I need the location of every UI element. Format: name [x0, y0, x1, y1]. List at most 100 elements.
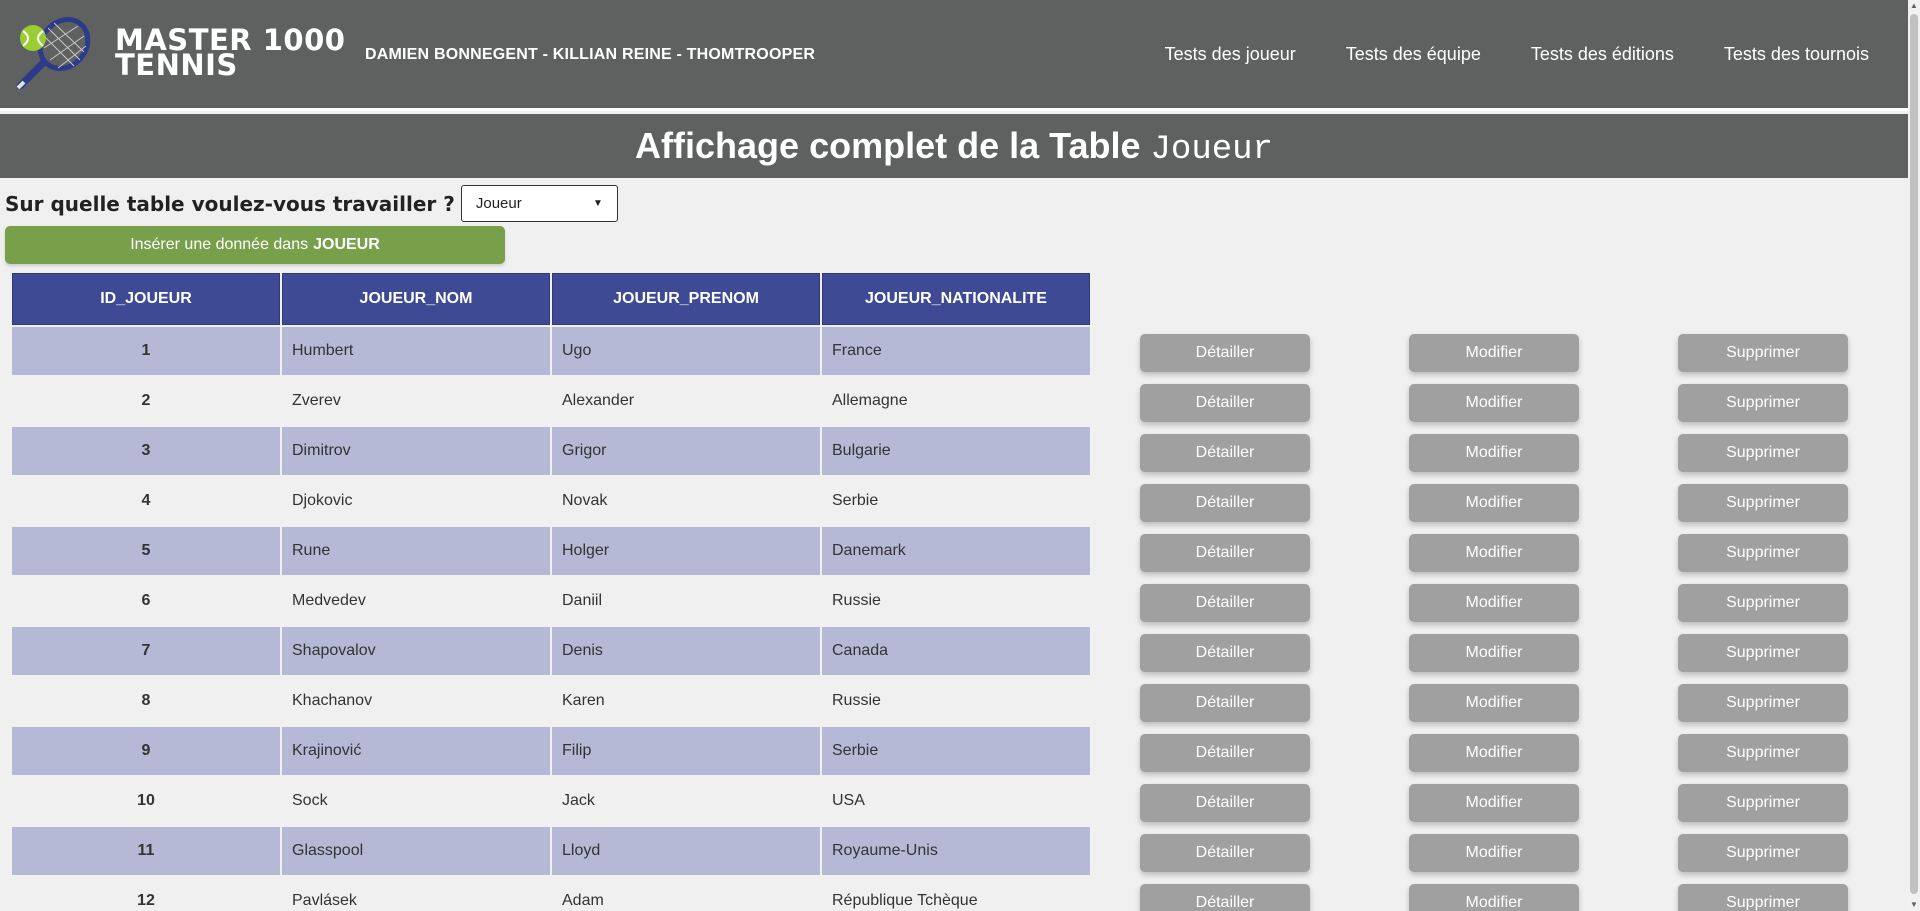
insert-data-button[interactable]: Insérer une donnée dans JOUEUR: [5, 226, 505, 264]
detail-button[interactable]: Détailler: [1140, 834, 1310, 872]
cell-nom: Khachanov: [282, 677, 550, 725]
cell-nom: Dimitrov: [282, 427, 550, 475]
modify-button[interactable]: Modifier: [1409, 734, 1579, 772]
cell-id: 9: [12, 727, 280, 775]
delete-button[interactable]: Supprimer: [1678, 884, 1848, 911]
cell-nom: Shapovalov: [282, 627, 550, 675]
detail-button[interactable]: Détailler: [1140, 384, 1310, 422]
cell-nationalite: USA: [822, 777, 1090, 825]
table-row: 9 Krajinović Filip Serbie: [12, 727, 1090, 775]
cell-id: 10: [12, 777, 280, 825]
page-title-prefix: Affichage complet de la Table: [635, 125, 1141, 166]
action-row: Détailler Modifier Supprimer: [1140, 578, 1860, 628]
detail-button[interactable]: Détailler: [1140, 684, 1310, 722]
detail-button[interactable]: Détailler: [1140, 584, 1310, 622]
delete-button[interactable]: Supprimer: [1678, 384, 1848, 422]
cell-prenom: Novak: [552, 477, 820, 525]
action-row: Détailler Modifier Supprimer: [1140, 528, 1860, 578]
page-title-table-name: Joueur: [1150, 131, 1273, 169]
action-row: Détailler Modifier Supprimer: [1140, 328, 1860, 378]
modify-button[interactable]: Modifier: [1409, 434, 1579, 472]
scroll-down-arrow-icon[interactable]: ▼: [1910, 901, 1918, 909]
cell-nationalite: Danemark: [822, 527, 1090, 575]
cell-nationalite: Canada: [822, 627, 1090, 675]
delete-button[interactable]: Supprimer: [1678, 434, 1848, 472]
cell-id: 12: [12, 877, 280, 911]
action-row: Détailler Modifier Supprimer: [1140, 728, 1860, 778]
cell-nom: Sock: [282, 777, 550, 825]
modify-button[interactable]: Modifier: [1409, 684, 1579, 722]
cell-id: 1: [12, 327, 280, 375]
modify-button[interactable]: Modifier: [1409, 634, 1579, 672]
table-select[interactable]: Joueur ▼: [460, 185, 618, 222]
delete-button[interactable]: Supprimer: [1678, 484, 1848, 522]
table-row: 3 Dimitrov Grigor Bulgarie: [12, 427, 1090, 475]
action-row: Détailler Modifier Supprimer: [1140, 778, 1860, 828]
cell-prenom: Grigor: [552, 427, 820, 475]
cell-id: 7: [12, 627, 280, 675]
modify-button[interactable]: Modifier: [1409, 384, 1579, 422]
delete-button[interactable]: Supprimer: [1678, 734, 1848, 772]
nav-link-tournois[interactable]: Tests des tournois: [1724, 44, 1869, 65]
cell-prenom: Adam: [552, 877, 820, 911]
cell-nationalite: Royaume-Unis: [822, 827, 1090, 875]
delete-button[interactable]: Supprimer: [1678, 684, 1848, 722]
cell-nationalite: Russie: [822, 677, 1090, 725]
table-selector-row: Sur quelle table voulez-vous travailler …: [5, 185, 618, 222]
modify-button[interactable]: Modifier: [1409, 784, 1579, 822]
modify-button[interactable]: Modifier: [1409, 884, 1579, 911]
cell-nom: Medvedev: [282, 577, 550, 625]
cell-prenom: Filip: [552, 727, 820, 775]
modify-button[interactable]: Modifier: [1409, 484, 1579, 522]
action-row: Détailler Modifier Supprimer: [1140, 828, 1860, 878]
cell-nationalite: Allemagne: [822, 377, 1090, 425]
detail-button[interactable]: Détailler: [1140, 484, 1310, 522]
delete-button[interactable]: Supprimer: [1678, 584, 1848, 622]
cell-nom: Glasspool: [282, 827, 550, 875]
delete-button[interactable]: Supprimer: [1678, 784, 1848, 822]
detail-button[interactable]: Détailler: [1140, 734, 1310, 772]
table-row: 7 Shapovalov Denis Canada: [12, 627, 1090, 675]
cell-prenom: Daniil: [552, 577, 820, 625]
detail-button[interactable]: Détailler: [1140, 534, 1310, 572]
scroll-up-arrow-icon[interactable]: ▲: [1910, 2, 1918, 10]
delete-button[interactable]: Supprimer: [1678, 834, 1848, 872]
insert-button-table: JOUEUR: [313, 236, 380, 253]
cell-nom: Krajinović: [282, 727, 550, 775]
modify-button[interactable]: Modifier: [1409, 334, 1579, 372]
table-row: 12 Pavlásek Adam République Tchèque: [12, 877, 1090, 911]
nav-link-editions[interactable]: Tests des éditions: [1531, 44, 1674, 65]
cell-id: 3: [12, 427, 280, 475]
table-row: 6 Medvedev Daniil Russie: [12, 577, 1090, 625]
delete-button[interactable]: Supprimer: [1678, 334, 1848, 372]
table-body: 1 Humbert Ugo France 2 Zverev Alexander Allemag…: [12, 327, 1090, 911]
detail-button[interactable]: Détailler: [1140, 634, 1310, 672]
cell-prenom: Jack: [552, 777, 820, 825]
tennis-racket-logo-icon: [16, 17, 91, 90]
modify-button[interactable]: Modifier: [1409, 834, 1579, 872]
cell-prenom: Holger: [552, 527, 820, 575]
cell-nom: Pavlásek: [282, 877, 550, 911]
vertical-scrollbar[interactable]: ▲ ▼: [1908, 0, 1920, 911]
detail-button[interactable]: Détailler: [1140, 784, 1310, 822]
cell-id: 6: [12, 577, 280, 625]
cell-id: 11: [12, 827, 280, 875]
scrollbar-thumb[interactable]: [1910, 14, 1918, 894]
nav-link-equipe[interactable]: Tests des équipe: [1346, 44, 1481, 65]
modify-button[interactable]: Modifier: [1409, 534, 1579, 572]
delete-button[interactable]: Supprimer: [1678, 534, 1848, 572]
delete-button[interactable]: Supprimer: [1678, 634, 1848, 672]
authors-text: DAMIEN BONNEGENT - KILLIAN REINE - THOMT…: [365, 46, 816, 63]
table-header-row: ID_JOUEUR JOUEUR_NOM JOUEUR_PRENOM JOUEU…: [12, 273, 1090, 325]
site-header: MASTER 1000 TENNIS DAMIEN BONNEGENT - KI…: [0, 0, 1908, 111]
detail-button[interactable]: Détailler: [1140, 884, 1310, 911]
cell-prenom: Denis: [552, 627, 820, 675]
modify-button[interactable]: Modifier: [1409, 584, 1579, 622]
action-row: Détailler Modifier Supprimer: [1140, 878, 1860, 911]
nav-link-joueur[interactable]: Tests des joueur: [1165, 44, 1296, 65]
action-row: Détailler Modifier Supprimer: [1140, 628, 1860, 678]
cell-prenom: Karen: [552, 677, 820, 725]
page-title-bar: Affichage complet de la Table Joueur: [0, 114, 1908, 178]
detail-button[interactable]: Détailler: [1140, 434, 1310, 472]
detail-button[interactable]: Détailler: [1140, 334, 1310, 372]
